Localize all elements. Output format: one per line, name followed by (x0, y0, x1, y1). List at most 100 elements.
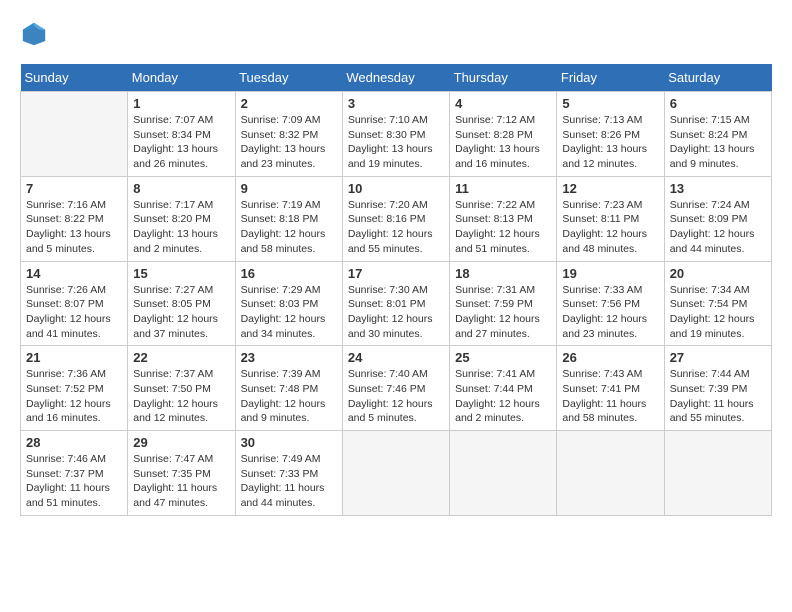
calendar-day-cell (664, 431, 771, 516)
calendar-day-cell: 19 Sunrise: 7:33 AMSunset: 7:56 PMDaylig… (557, 261, 664, 346)
day-info: Sunrise: 7:44 AMSunset: 7:39 PMDaylight:… (670, 367, 766, 426)
day-info: Sunrise: 7:49 AMSunset: 7:33 PMDaylight:… (241, 452, 337, 511)
calendar-week-row: 1 Sunrise: 7:07 AMSunset: 8:34 PMDayligh… (21, 92, 772, 177)
day-number: 2 (241, 96, 337, 111)
day-of-week-header: Sunday (21, 64, 128, 92)
calendar-day-cell (450, 431, 557, 516)
calendar-day-cell: 18 Sunrise: 7:31 AMSunset: 7:59 PMDaylig… (450, 261, 557, 346)
day-number: 7 (26, 181, 122, 196)
day-of-week-header: Wednesday (342, 64, 449, 92)
day-number: 16 (241, 266, 337, 281)
day-of-week-header: Friday (557, 64, 664, 92)
day-number: 1 (133, 96, 229, 111)
day-info: Sunrise: 7:17 AMSunset: 8:20 PMDaylight:… (133, 198, 229, 257)
day-of-week-header: Monday (128, 64, 235, 92)
day-info: Sunrise: 7:41 AMSunset: 7:44 PMDaylight:… (455, 367, 551, 426)
day-info: Sunrise: 7:33 AMSunset: 7:56 PMDaylight:… (562, 283, 658, 342)
day-of-week-header: Tuesday (235, 64, 342, 92)
calendar-day-cell: 2 Sunrise: 7:09 AMSunset: 8:32 PMDayligh… (235, 92, 342, 177)
calendar-day-cell: 28 Sunrise: 7:46 AMSunset: 7:37 PMDaylig… (21, 431, 128, 516)
page-header (20, 20, 772, 48)
day-info: Sunrise: 7:26 AMSunset: 8:07 PMDaylight:… (26, 283, 122, 342)
day-info: Sunrise: 7:22 AMSunset: 8:13 PMDaylight:… (455, 198, 551, 257)
calendar-day-cell: 4 Sunrise: 7:12 AMSunset: 8:28 PMDayligh… (450, 92, 557, 177)
day-info: Sunrise: 7:40 AMSunset: 7:46 PMDaylight:… (348, 367, 444, 426)
calendar-day-cell: 10 Sunrise: 7:20 AMSunset: 8:16 PMDaylig… (342, 176, 449, 261)
calendar-day-cell: 25 Sunrise: 7:41 AMSunset: 7:44 PMDaylig… (450, 346, 557, 431)
day-number: 5 (562, 96, 658, 111)
day-number: 25 (455, 350, 551, 365)
calendar-day-cell: 21 Sunrise: 7:36 AMSunset: 7:52 PMDaylig… (21, 346, 128, 431)
day-info: Sunrise: 7:07 AMSunset: 8:34 PMDaylight:… (133, 113, 229, 172)
calendar-day-cell: 6 Sunrise: 7:15 AMSunset: 8:24 PMDayligh… (664, 92, 771, 177)
day-info: Sunrise: 7:19 AMSunset: 8:18 PMDaylight:… (241, 198, 337, 257)
logo-icon (20, 20, 48, 48)
day-number: 24 (348, 350, 444, 365)
day-info: Sunrise: 7:36 AMSunset: 7:52 PMDaylight:… (26, 367, 122, 426)
calendar-day-cell: 29 Sunrise: 7:47 AMSunset: 7:35 PMDaylig… (128, 431, 235, 516)
day-info: Sunrise: 7:47 AMSunset: 7:35 PMDaylight:… (133, 452, 229, 511)
day-number: 6 (670, 96, 766, 111)
day-number: 10 (348, 181, 444, 196)
day-info: Sunrise: 7:37 AMSunset: 7:50 PMDaylight:… (133, 367, 229, 426)
day-info: Sunrise: 7:43 AMSunset: 7:41 PMDaylight:… (562, 367, 658, 426)
day-info: Sunrise: 7:24 AMSunset: 8:09 PMDaylight:… (670, 198, 766, 257)
day-number: 21 (26, 350, 122, 365)
calendar-day-cell: 7 Sunrise: 7:16 AMSunset: 8:22 PMDayligh… (21, 176, 128, 261)
day-info: Sunrise: 7:27 AMSunset: 8:05 PMDaylight:… (133, 283, 229, 342)
day-number: 20 (670, 266, 766, 281)
calendar-day-cell: 5 Sunrise: 7:13 AMSunset: 8:26 PMDayligh… (557, 92, 664, 177)
logo (20, 20, 50, 48)
calendar-day-cell: 16 Sunrise: 7:29 AMSunset: 8:03 PMDaylig… (235, 261, 342, 346)
calendar-week-row: 14 Sunrise: 7:26 AMSunset: 8:07 PMDaylig… (21, 261, 772, 346)
day-number: 8 (133, 181, 229, 196)
day-info: Sunrise: 7:16 AMSunset: 8:22 PMDaylight:… (26, 198, 122, 257)
calendar-day-cell: 15 Sunrise: 7:27 AMSunset: 8:05 PMDaylig… (128, 261, 235, 346)
day-number: 28 (26, 435, 122, 450)
calendar-day-cell: 24 Sunrise: 7:40 AMSunset: 7:46 PMDaylig… (342, 346, 449, 431)
day-info: Sunrise: 7:23 AMSunset: 8:11 PMDaylight:… (562, 198, 658, 257)
day-info: Sunrise: 7:29 AMSunset: 8:03 PMDaylight:… (241, 283, 337, 342)
day-number: 11 (455, 181, 551, 196)
day-number: 18 (455, 266, 551, 281)
calendar-day-cell: 1 Sunrise: 7:07 AMSunset: 8:34 PMDayligh… (128, 92, 235, 177)
day-info: Sunrise: 7:13 AMSunset: 8:26 PMDaylight:… (562, 113, 658, 172)
calendar-day-cell: 13 Sunrise: 7:24 AMSunset: 8:09 PMDaylig… (664, 176, 771, 261)
calendar-day-cell: 8 Sunrise: 7:17 AMSunset: 8:20 PMDayligh… (128, 176, 235, 261)
calendar-day-cell: 26 Sunrise: 7:43 AMSunset: 7:41 PMDaylig… (557, 346, 664, 431)
day-number: 12 (562, 181, 658, 196)
day-number: 23 (241, 350, 337, 365)
day-info: Sunrise: 7:15 AMSunset: 8:24 PMDaylight:… (670, 113, 766, 172)
day-number: 17 (348, 266, 444, 281)
calendar-week-row: 7 Sunrise: 7:16 AMSunset: 8:22 PMDayligh… (21, 176, 772, 261)
calendar-day-cell: 14 Sunrise: 7:26 AMSunset: 8:07 PMDaylig… (21, 261, 128, 346)
calendar-day-cell (557, 431, 664, 516)
day-info: Sunrise: 7:12 AMSunset: 8:28 PMDaylight:… (455, 113, 551, 172)
day-number: 3 (348, 96, 444, 111)
calendar-day-cell: 11 Sunrise: 7:22 AMSunset: 8:13 PMDaylig… (450, 176, 557, 261)
day-number: 26 (562, 350, 658, 365)
day-info: Sunrise: 7:46 AMSunset: 7:37 PMDaylight:… (26, 452, 122, 511)
calendar-day-cell: 20 Sunrise: 7:34 AMSunset: 7:54 PMDaylig… (664, 261, 771, 346)
day-of-week-header: Thursday (450, 64, 557, 92)
day-number: 4 (455, 96, 551, 111)
day-info: Sunrise: 7:10 AMSunset: 8:30 PMDaylight:… (348, 113, 444, 172)
day-number: 27 (670, 350, 766, 365)
day-number: 9 (241, 181, 337, 196)
day-info: Sunrise: 7:09 AMSunset: 8:32 PMDaylight:… (241, 113, 337, 172)
day-number: 29 (133, 435, 229, 450)
calendar-day-cell: 17 Sunrise: 7:30 AMSunset: 8:01 PMDaylig… (342, 261, 449, 346)
calendar-week-row: 28 Sunrise: 7:46 AMSunset: 7:37 PMDaylig… (21, 431, 772, 516)
calendar-table: SundayMondayTuesdayWednesdayThursdayFrid… (20, 64, 772, 516)
day-number: 19 (562, 266, 658, 281)
day-info: Sunrise: 7:34 AMSunset: 7:54 PMDaylight:… (670, 283, 766, 342)
calendar-week-row: 21 Sunrise: 7:36 AMSunset: 7:52 PMDaylig… (21, 346, 772, 431)
day-info: Sunrise: 7:31 AMSunset: 7:59 PMDaylight:… (455, 283, 551, 342)
day-number: 13 (670, 181, 766, 196)
day-info: Sunrise: 7:30 AMSunset: 8:01 PMDaylight:… (348, 283, 444, 342)
day-info: Sunrise: 7:20 AMSunset: 8:16 PMDaylight:… (348, 198, 444, 257)
day-info: Sunrise: 7:39 AMSunset: 7:48 PMDaylight:… (241, 367, 337, 426)
day-of-week-header: Saturday (664, 64, 771, 92)
day-number: 22 (133, 350, 229, 365)
calendar-day-cell (21, 92, 128, 177)
